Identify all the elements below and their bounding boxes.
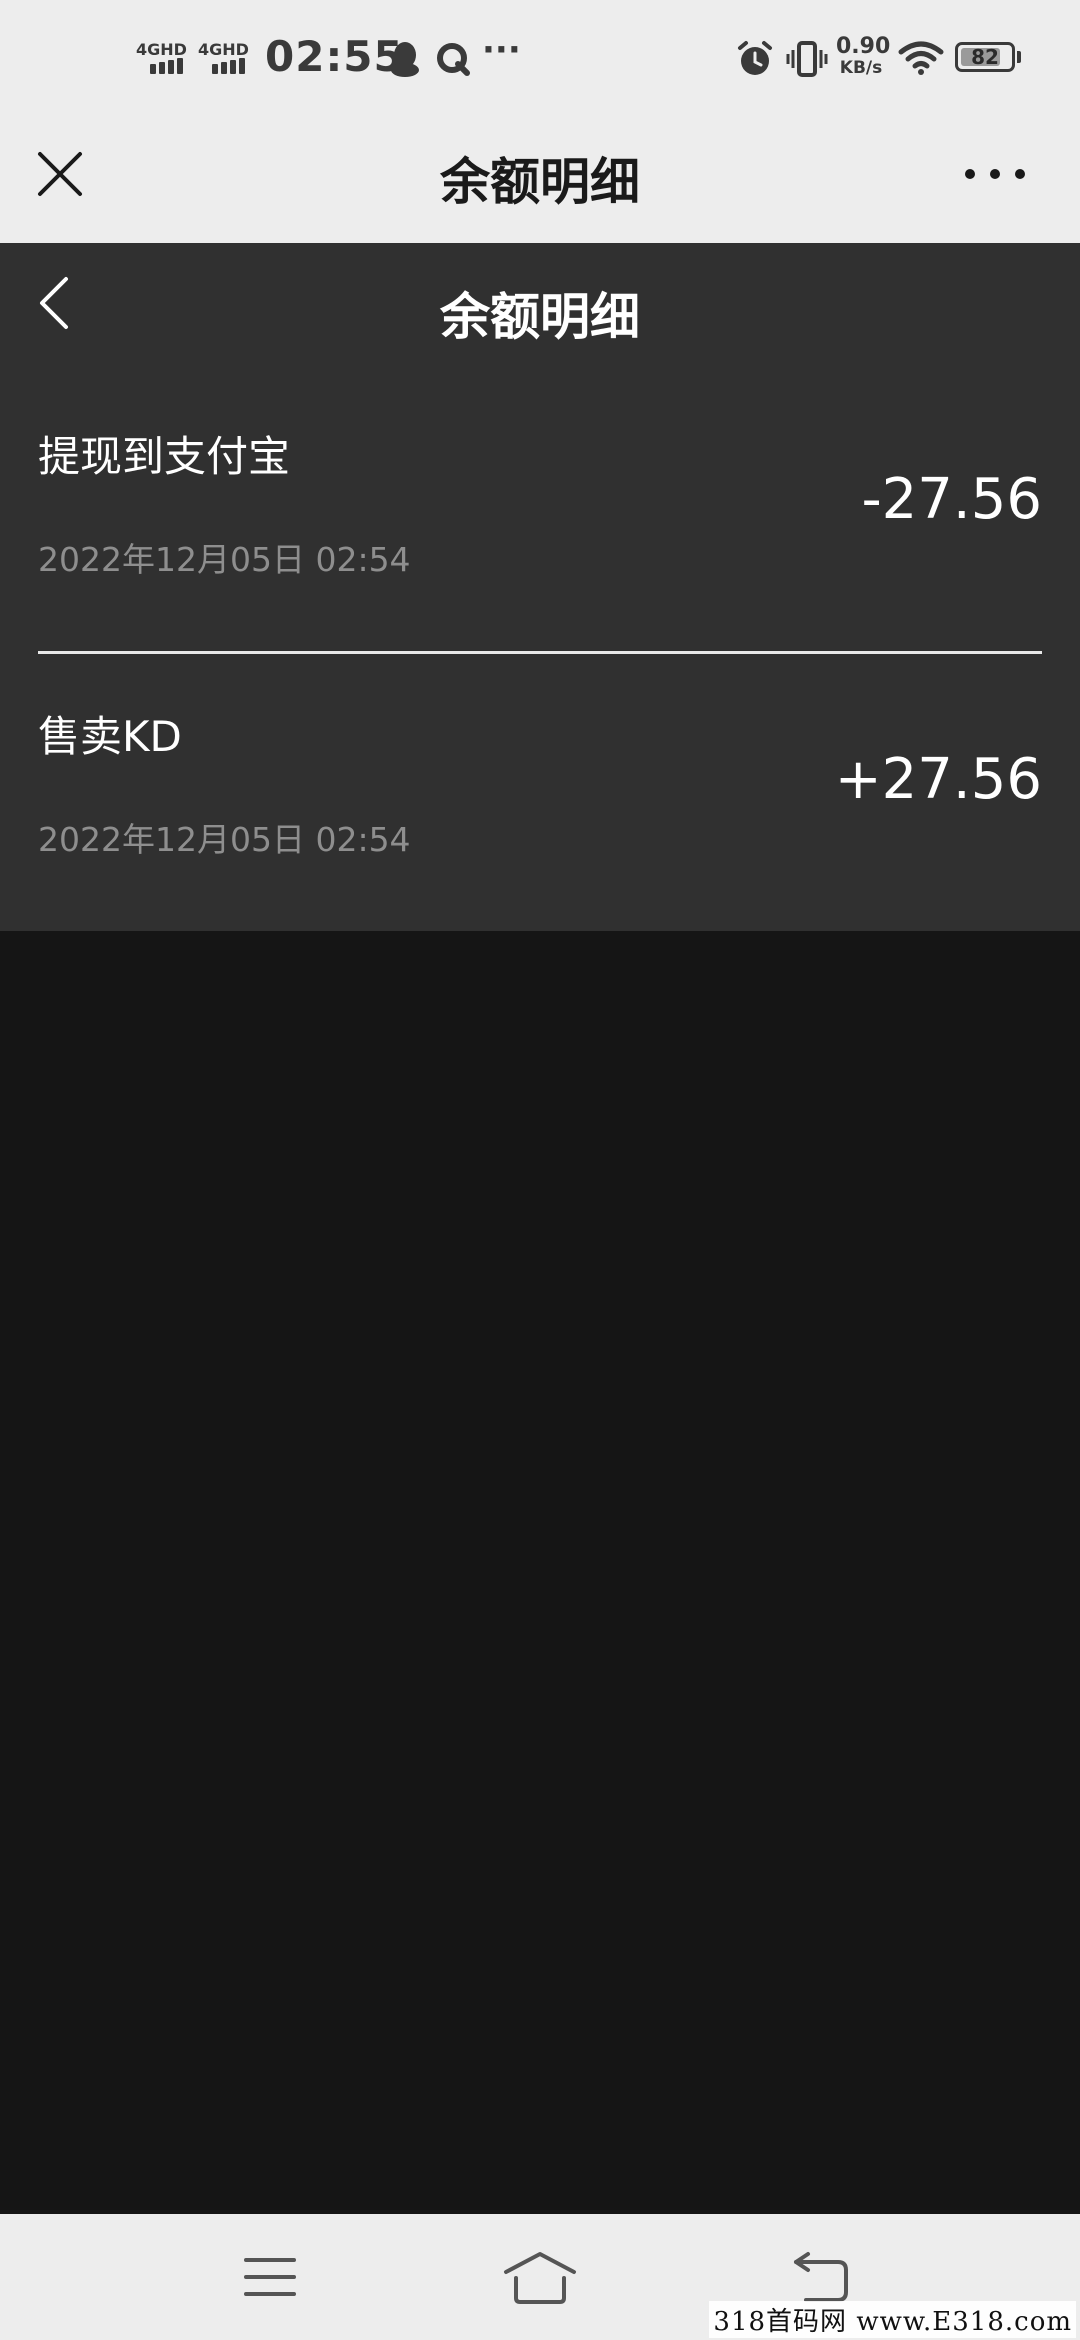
divider <box>38 651 1042 654</box>
app-header-title: 余额明细 <box>440 153 640 211</box>
transaction-title: 提现到支付宝 <box>38 432 291 481</box>
transaction-item[interactable]: 提现到支付宝 2022年12月05日 02:54 -27.56 <box>38 423 1042 623</box>
more-notifications-icon: ··· <box>482 30 521 70</box>
transaction-amount: -27.56 <box>861 467 1042 532</box>
transaction-date: 2022年12月05日 02:54 <box>38 820 411 859</box>
more-dots-icon <box>965 169 1025 179</box>
page-header: 余额明细 <box>0 243 1080 383</box>
battery-tip <box>1017 51 1021 63</box>
page-title: 余额明细 <box>440 288 640 346</box>
menu-button[interactable] <box>230 2242 310 2312</box>
alarm-icon <box>738 41 772 75</box>
transaction-amount: +27.56 <box>834 747 1042 812</box>
menu-icon <box>244 2258 296 2296</box>
wifi-icon <box>898 41 944 75</box>
network-type-1: 4GHD <box>136 40 187 59</box>
signal-icon-2 <box>212 58 245 74</box>
network-speed: 0.90 KB/s <box>836 34 891 78</box>
watermark: 318首码网 www.E318.com <box>709 2301 1076 2338</box>
signal-icon-1 <box>150 58 183 74</box>
more-menu-button[interactable] <box>960 144 1030 204</box>
balance-detail-panel: 余额明细 提现到支付宝 2022年12月05日 02:54 -27.56 售卖K… <box>0 243 1080 931</box>
system-navigation-bar: 318首码网 www.E318.com <box>0 2214 1080 2340</box>
status-time: 02:55 <box>265 32 404 81</box>
browser-q-icon <box>437 43 470 76</box>
vibrate-icon <box>786 41 828 77</box>
battery-level: 82 <box>971 45 999 69</box>
network-type-2: 4GHD <box>198 40 249 59</box>
status-bar: 4GHD 4GHD 02:55 ··· 0.90 KB/s 82 <box>0 0 1080 120</box>
qq-icon <box>391 42 419 77</box>
transaction-title: 售卖KD <box>38 712 182 761</box>
transaction-item[interactable]: 售卖KD 2022年12月05日 02:54 +27.56 <box>38 703 1042 903</box>
transaction-date: 2022年12月05日 02:54 <box>38 540 411 579</box>
home-button[interactable] <box>500 2242 580 2312</box>
home-icon <box>504 2252 576 2304</box>
app-header: 余额明细 <box>0 120 1080 243</box>
